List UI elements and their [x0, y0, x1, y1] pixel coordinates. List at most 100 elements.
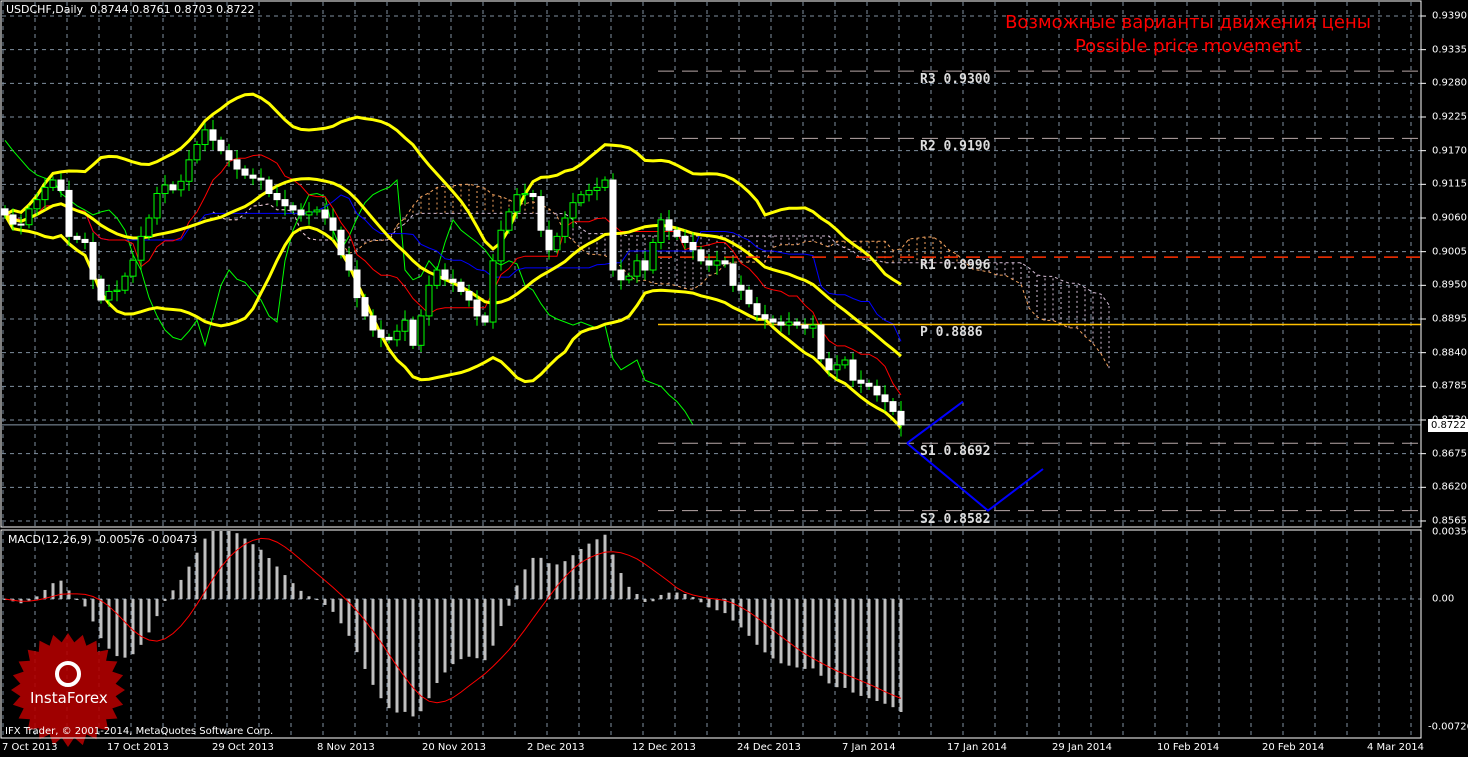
price-panel	[1, 70, 1421, 512]
macd-histogram-bar	[699, 599, 703, 603]
macd-histogram-bar	[371, 599, 375, 685]
macd-histogram-bar	[731, 599, 735, 621]
price-tick-label: 0.9335	[1432, 44, 1467, 56]
candle-body	[657, 219, 665, 243]
macd-histogram-bar	[779, 599, 783, 664]
macd-histogram-bar	[235, 533, 239, 599]
candle-body	[753, 303, 761, 316]
date-tick-label: 17 Oct 2013	[107, 742, 169, 753]
macd-histogram-bar	[83, 599, 87, 607]
macd-histogram-bar	[411, 599, 415, 717]
pivot-label: R3 0.9300	[920, 72, 991, 88]
date-tick-label: 10 Feb 2014	[1157, 742, 1220, 753]
candle-body	[385, 336, 393, 341]
macd-histogram-bar	[331, 599, 335, 612]
macd-histogram-bar	[555, 564, 559, 599]
macd-histogram-bar	[75, 598, 79, 600]
candle-body	[233, 159, 241, 170]
price-tick-label: 0.9170	[1432, 145, 1467, 157]
macd-histogram-bar	[635, 594, 639, 599]
macd-histogram-bar	[339, 599, 343, 624]
macd-histogram-bar	[571, 555, 575, 599]
macd-histogram-bar	[803, 599, 807, 669]
macd-label: MACD(12,26,9) -0.00576 -0.00473	[8, 533, 198, 546]
macd-histogram-bar	[139, 599, 143, 645]
candle-body	[833, 364, 841, 371]
candle-body	[201, 129, 209, 146]
candle-body	[849, 359, 857, 381]
macd-histogram-bar	[763, 599, 767, 653]
date-tick-label: 7 Oct 2013	[2, 742, 58, 753]
candle-body	[497, 229, 505, 262]
macd-histogram-bar	[275, 566, 279, 599]
date-tick-label: 17 Jan 2014	[947, 742, 1007, 753]
macd-histogram-bar	[211, 531, 215, 599]
macd-histogram-bar	[219, 531, 223, 599]
candle-body	[761, 314, 769, 320]
macd-histogram-bar	[35, 596, 39, 599]
macd-histogram-bar	[251, 544, 255, 599]
pivot-label: S2 0.8582	[920, 511, 991, 527]
macd-histogram-bar	[179, 579, 183, 599]
candle-body	[33, 199, 41, 210]
candle-body	[65, 189, 73, 237]
macd-histogram-bar	[403, 599, 407, 712]
candle-body	[241, 168, 249, 176]
macd-histogram-bar	[819, 599, 823, 676]
candle-body	[633, 260, 641, 277]
candle-body	[97, 278, 105, 301]
macd-histogram-bar	[787, 599, 791, 666]
chart-canvas[interactable]	[0, 0, 1468, 757]
candle-body	[793, 321, 801, 326]
current-price-label: 0.8722	[1428, 419, 1468, 432]
macd-histogram-bar	[115, 599, 119, 657]
candle-body	[249, 174, 257, 179]
macd-histogram-bar	[347, 599, 351, 636]
pivot-label: S1 0.8692	[920, 444, 991, 460]
candle-body	[897, 410, 905, 426]
macd-histogram-bar	[827, 599, 831, 684]
candle-body	[89, 241, 97, 280]
macd-histogram-bar	[427, 599, 431, 699]
macd-histogram-bar	[91, 599, 95, 622]
candle-body	[329, 217, 337, 231]
candle-body	[825, 358, 833, 371]
candle-body	[305, 211, 313, 216]
candle-body	[465, 290, 473, 301]
macd-histogram-bar	[451, 599, 455, 665]
macd-histogram-bar	[163, 599, 167, 601]
candle-body	[721, 260, 729, 265]
candle-body	[617, 269, 625, 281]
date-tick-label: 8 Nov 2013	[317, 742, 375, 753]
price-tick-label: 0.8785	[1432, 380, 1467, 392]
date-tick-label: 24 Dec 2013	[737, 742, 801, 753]
price-tick-label: 0.8840	[1432, 347, 1467, 359]
macd-histogram-bar	[67, 590, 71, 599]
macd-histogram-bar	[499, 599, 503, 627]
macd-tick-label: -0.00726	[1428, 721, 1468, 733]
candle-body	[25, 208, 33, 226]
price-tick-label: 0.8675	[1432, 448, 1467, 460]
macd-histogram-bar	[755, 599, 759, 645]
candle-body	[561, 217, 569, 237]
price-tick-label: 0.8565	[1432, 515, 1467, 527]
date-tick-label: 29 Jan 2014	[1052, 742, 1112, 753]
macd-histogram-bar	[507, 599, 511, 606]
copyright: IFX Trader, © 2001-2014, MetaQuotes Soft…	[5, 726, 274, 737]
macd-histogram-bar	[739, 599, 743, 628]
macd-histogram-bar	[691, 597, 695, 599]
macd-histogram-bar	[651, 599, 655, 602]
macd-histogram-bar	[379, 599, 383, 699]
candle-body	[841, 359, 849, 366]
macd-histogram-bar	[707, 599, 711, 608]
candle-body	[417, 315, 425, 346]
candle-body	[881, 394, 889, 403]
macd-histogram-bar	[611, 554, 615, 599]
macd-histogram-bar	[851, 599, 855, 693]
macd-histogram-bar	[195, 552, 199, 599]
candle-body	[577, 194, 585, 204]
candle-body	[185, 159, 193, 182]
candle-body	[601, 179, 609, 188]
macd-panel	[3, 531, 903, 717]
candle-body	[161, 184, 169, 195]
